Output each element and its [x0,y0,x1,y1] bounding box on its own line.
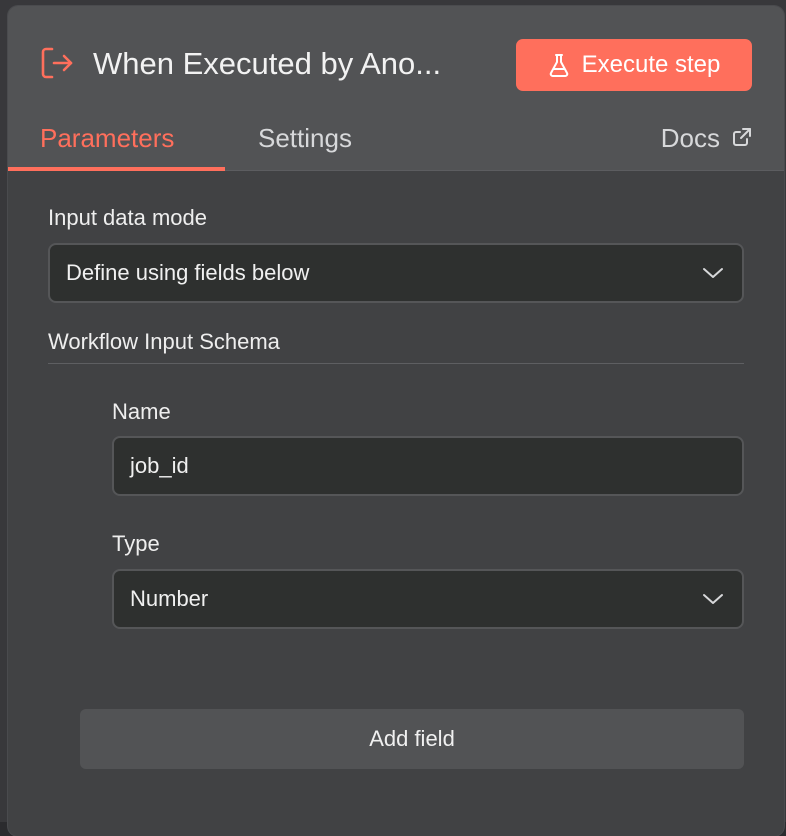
sign-in-arrow-icon [40,46,74,80]
add-field-button[interactable]: Add field [80,709,744,769]
flask-icon [548,53,570,77]
field-type-value: Number [130,586,208,612]
docs-label: Docs [661,122,720,154]
node-title[interactable]: When Executed by Ano... [93,44,493,84]
tab-settings[interactable]: Settings [258,122,352,154]
panel-header: When Executed by Ano... Execute step Par… [8,6,784,171]
execute-step-label: Execute step [582,51,721,79]
docs-link[interactable]: Docs [661,122,752,154]
input-mode-value: Define using fields below [66,260,309,286]
section-divider [48,363,744,364]
node-settings-panel: When Executed by Ano... Execute step Par… [8,6,784,836]
active-tab-indicator [8,167,225,171]
chevron-down-icon [702,260,724,286]
external-link-icon [732,122,752,154]
field-name-label: Name [112,398,171,426]
field-name-input[interactable]: job_id [112,436,744,496]
input-mode-select[interactable]: Define using fields below [48,243,744,303]
input-mode-label: Input data mode [48,204,207,232]
field-type-label: Type [112,530,160,558]
execute-step-button[interactable]: Execute step [516,39,752,91]
workflow-input-schema-title: Workflow Input Schema [48,328,280,356]
field-name-value: job_id [130,453,189,479]
field-type-select[interactable]: Number [112,569,744,629]
chevron-down-icon [702,586,724,612]
tab-parameters[interactable]: Parameters [40,122,174,154]
